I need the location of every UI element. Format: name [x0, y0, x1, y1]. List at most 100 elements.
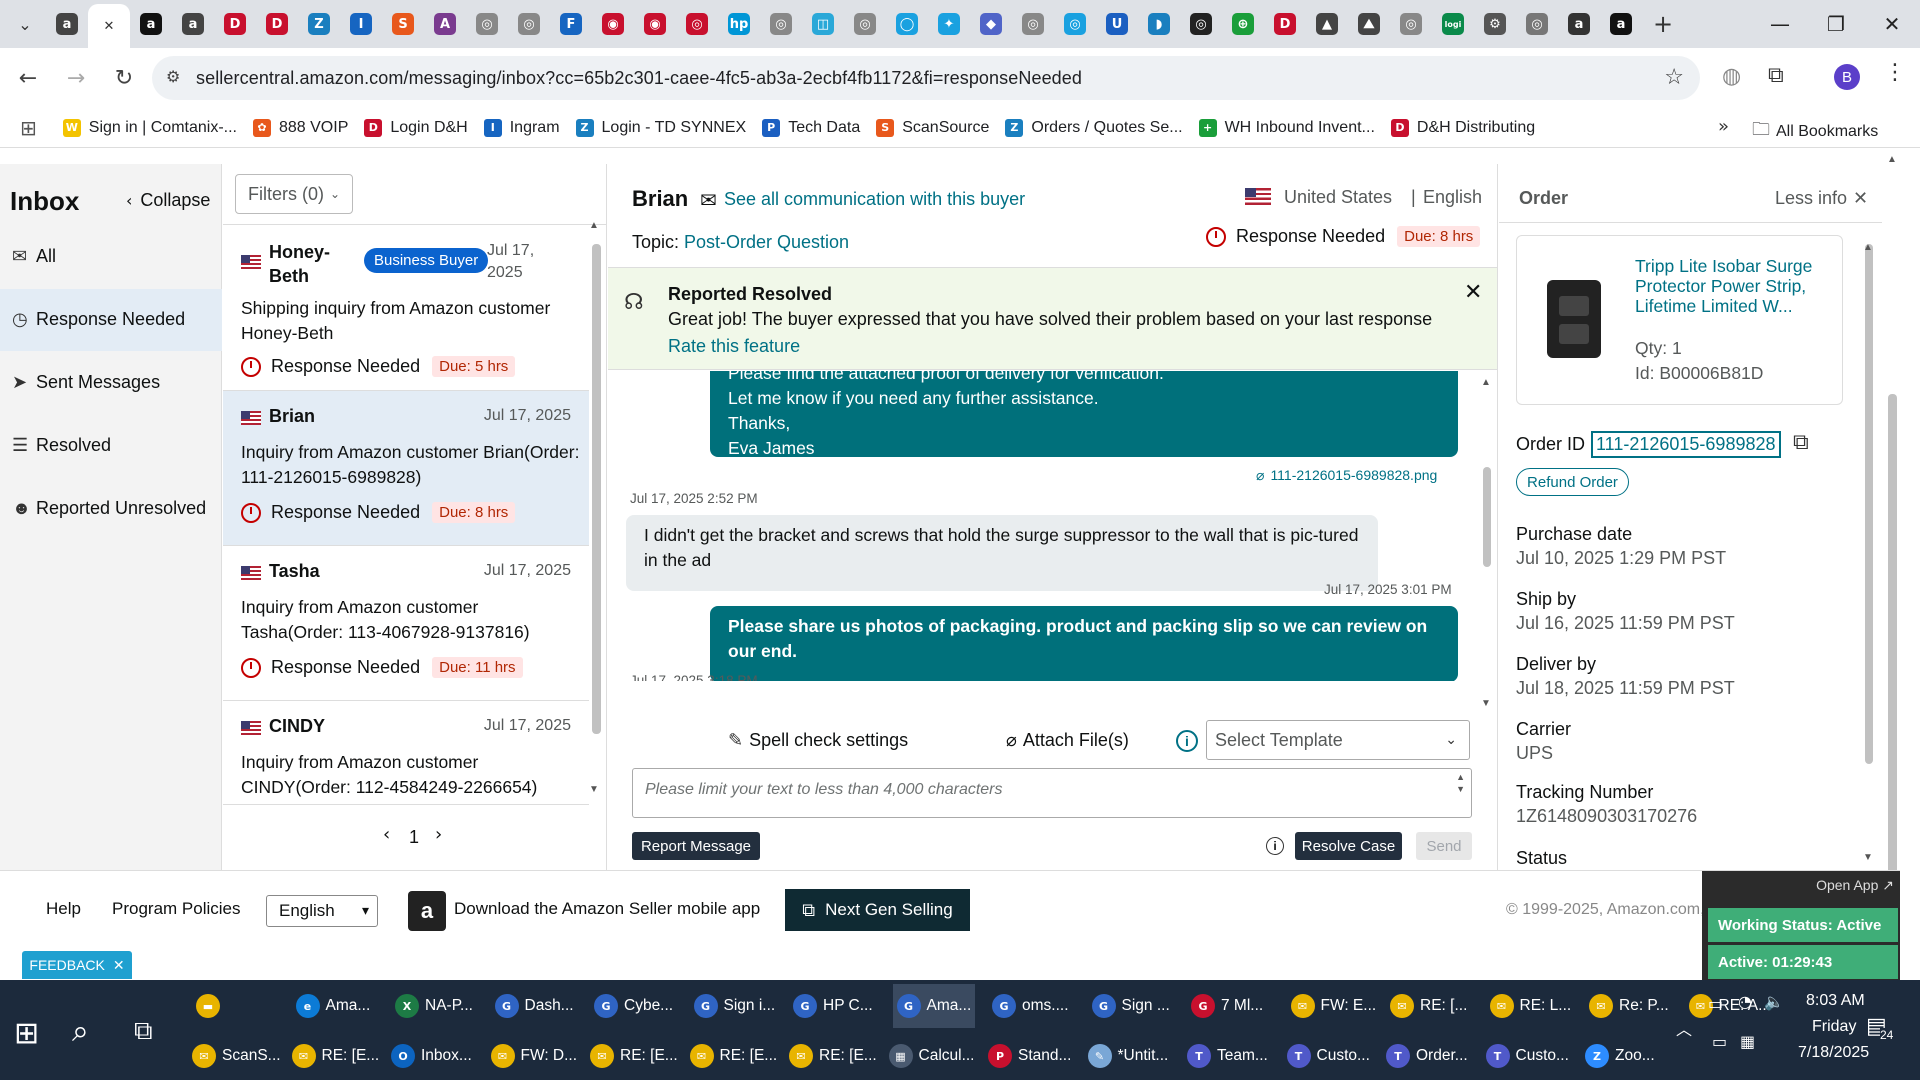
- copy-icon[interactable]: ⧉: [1793, 430, 1809, 455]
- close-window-button[interactable]: ✕: [1864, 0, 1920, 48]
- nav-item-response-needed[interactable]: ◷ Response Needed: [12, 309, 185, 330]
- browser-tab[interactable]: U: [1096, 5, 1138, 43]
- message-scrollbar[interactable]: [1483, 467, 1491, 567]
- conversation-item[interactable]: CINDY Jul 17, 2025 Inquiry from Amazon c…: [223, 701, 589, 811]
- translate-icon[interactable]: ◍: [1722, 64, 1741, 89]
- taskbar-app-button[interactable]: ✉ Re: P...: [1589, 984, 1669, 1028]
- info-icon[interactable]: i: [1266, 837, 1284, 855]
- spell-check-settings-button[interactable]: ✎ Spell check settings: [728, 730, 908, 751]
- program-policies-link[interactable]: Program Policies: [112, 899, 241, 919]
- close-tab-icon[interactable]: ✕: [98, 15, 120, 37]
- taskbar-app-button[interactable]: T Order...: [1386, 1034, 1468, 1078]
- taskbar-app-button[interactable]: O Inbox...: [391, 1034, 472, 1078]
- url-text[interactable]: sellercentral.amazon.com/messaging/inbox…: [196, 68, 1082, 89]
- taskbar-app-button[interactable]: G 7 Ml...: [1191, 984, 1263, 1028]
- close-banner-icon[interactable]: ✕: [1464, 280, 1482, 305]
- taskbar-app-button[interactable]: T Team...: [1187, 1034, 1268, 1078]
- bookmark-item[interactable]: + WH Inbound Invent...: [1198, 118, 1375, 137]
- task-view-icon[interactable]: ⧉: [134, 1016, 153, 1047]
- taskbar-app-button[interactable]: P Stand...: [988, 1034, 1071, 1078]
- browser-tab[interactable]: ⛰: [1348, 5, 1390, 43]
- browser-tab[interactable]: logi: [1432, 5, 1474, 43]
- browser-tab[interactable]: F: [550, 5, 592, 43]
- download-app-link[interactable]: Download the Amazon Seller mobile app: [454, 899, 760, 919]
- search-icon[interactable]: ⌕: [72, 1014, 89, 1049]
- amazon-app-icon[interactable]: a: [408, 891, 446, 931]
- taskbar-app-button[interactable]: ✉ RE: [E...: [689, 1034, 777, 1078]
- filters-dropdown[interactable]: Filters (0) ⌄: [235, 174, 353, 214]
- more-bookmarks-icon[interactable]: »: [1718, 116, 1729, 137]
- browser-tab[interactable]: Z: [298, 5, 340, 43]
- browser-tab[interactable]: D: [1264, 5, 1306, 43]
- browser-tab[interactable]: ◉: [592, 5, 634, 43]
- taskbar-app-button[interactable]: ▬: [196, 984, 226, 1028]
- browser-tab[interactable]: ◎: [1180, 5, 1222, 43]
- taskbar-app-button[interactable]: G Cybe...: [594, 984, 673, 1028]
- product-image[interactable]: [1547, 280, 1601, 358]
- nav-item-all[interactable]: ✉ All: [12, 246, 56, 267]
- browser-tab[interactable]: S: [382, 5, 424, 43]
- browser-tab[interactable]: a: [46, 5, 88, 43]
- prev-page-icon[interactable]: ‹: [383, 824, 390, 845]
- clock-date[interactable]: 7/18/2025: [1798, 1044, 1869, 1062]
- report-message-button[interactable]: Report Message: [632, 832, 760, 860]
- star-icon[interactable]: ☆: [1664, 65, 1684, 90]
- language-select[interactable]: English ▾: [266, 895, 378, 927]
- browser-tab[interactable]: ◎: [1012, 5, 1054, 43]
- browser-tab[interactable]: a: [1600, 5, 1642, 43]
- new-tab-button[interactable]: +: [1642, 5, 1684, 43]
- browser-tab[interactable]: ⊕: [1222, 5, 1264, 43]
- taskbar-app-button[interactable]: G HP C...: [793, 984, 873, 1028]
- taskbar-app-button[interactable]: e Ama...: [295, 984, 370, 1028]
- resolve-case-button[interactable]: Resolve Case: [1295, 832, 1402, 860]
- conversation-scrollbar[interactable]: [592, 244, 601, 734]
- conversation-item[interactable]: Tasha Jul 17, 2025 Inquiry from Amazon c…: [223, 546, 589, 701]
- extensions-icon[interactable]: ⧉: [1768, 63, 1784, 88]
- browser-tab[interactable]: ▲: [1306, 5, 1348, 43]
- browser-tab[interactable]: ◎: [676, 5, 718, 43]
- site-info-icon[interactable]: ⚙: [166, 67, 180, 86]
- browser-tab[interactable]: A: [424, 5, 466, 43]
- page-number[interactable]: 1: [409, 827, 419, 848]
- scroll-up-icon[interactable]: ▲: [589, 220, 599, 231]
- taskbar-app-button[interactable]: ▦ Calcul...: [888, 1034, 975, 1078]
- working-status-badge[interactable]: Working Status: Active: [1708, 908, 1898, 942]
- wifi-icon[interactable]: ◔: [1738, 992, 1752, 1011]
- bookmark-item[interactable]: P Tech Data: [762, 118, 860, 137]
- select-template-dropdown[interactable]: Select Template ⌄: [1206, 720, 1470, 760]
- taskbar-app-button[interactable]: Goms....: [992, 984, 1069, 1028]
- address-bar[interactable]: ⚙ sellercentral.amazon.com/messaging/inb…: [152, 56, 1700, 100]
- bookmark-item[interactable]: Z Login - TD SYNNEX: [575, 118, 746, 137]
- chevron-up-icon[interactable]: ︿: [1676, 1016, 1692, 1040]
- browser-tab[interactable]: ◎: [1390, 5, 1432, 43]
- nav-item-reported-unresolved[interactable]: ☻ Reported Unresolved: [12, 498, 206, 519]
- taskbar-app-button[interactable]: X NA-P...: [395, 984, 473, 1028]
- conversation-item[interactable]: Honey-Beth Business Buyer Jul 17, 2025 S…: [223, 226, 589, 391]
- topic-value[interactable]: Post-Order Question: [684, 232, 849, 253]
- see-all-communication-link[interactable]: See all communication with this buyer: [724, 189, 1025, 210]
- browser-tab[interactable]: a: [130, 5, 172, 43]
- scroll-down-icon[interactable]: ▼: [589, 784, 599, 795]
- menu-icon[interactable]: ⋮: [1884, 60, 1906, 85]
- forward-button[interactable]: →: [56, 58, 96, 98]
- browser-tab[interactable]: D: [256, 5, 298, 43]
- attach-files-button[interactable]: ⌀ Attach File(s): [1006, 730, 1129, 751]
- taskbar-app-button[interactable]: G Ama...: [892, 984, 976, 1028]
- send-button[interactable]: Send: [1416, 832, 1472, 860]
- battery-icon[interactable]: ▭: [1708, 994, 1723, 1013]
- taskbar-app-button[interactable]: ✉ ScanS...: [192, 1034, 281, 1078]
- taskbar-app-button[interactable]: ✎ *Untit...: [1087, 1034, 1168, 1078]
- bookmark-item[interactable]: W Sign in | Comtanix-...: [62, 118, 237, 137]
- browser-tab[interactable]: ✦: [928, 5, 970, 43]
- back-button[interactable]: ←: [8, 58, 48, 98]
- order-id-link[interactable]: 111-2126015-6989828: [1591, 431, 1781, 458]
- taskbar-app-button[interactable]: T Custo...: [1485, 1034, 1569, 1078]
- reload-button[interactable]: ↻: [104, 58, 144, 98]
- taskbar-app-button[interactable]: G Sign i...: [693, 984, 775, 1028]
- browser-tab[interactable]: a: [172, 5, 214, 43]
- clock-day[interactable]: Friday: [1812, 1018, 1856, 1036]
- browser-tab[interactable]: ◯: [886, 5, 928, 43]
- browser-tab[interactable]: ⚙: [1474, 5, 1516, 43]
- nav-item-sent-messages[interactable]: ➤ Sent Messages: [12, 372, 160, 393]
- bookmark-item[interactable]: D Login D&H: [364, 118, 468, 137]
